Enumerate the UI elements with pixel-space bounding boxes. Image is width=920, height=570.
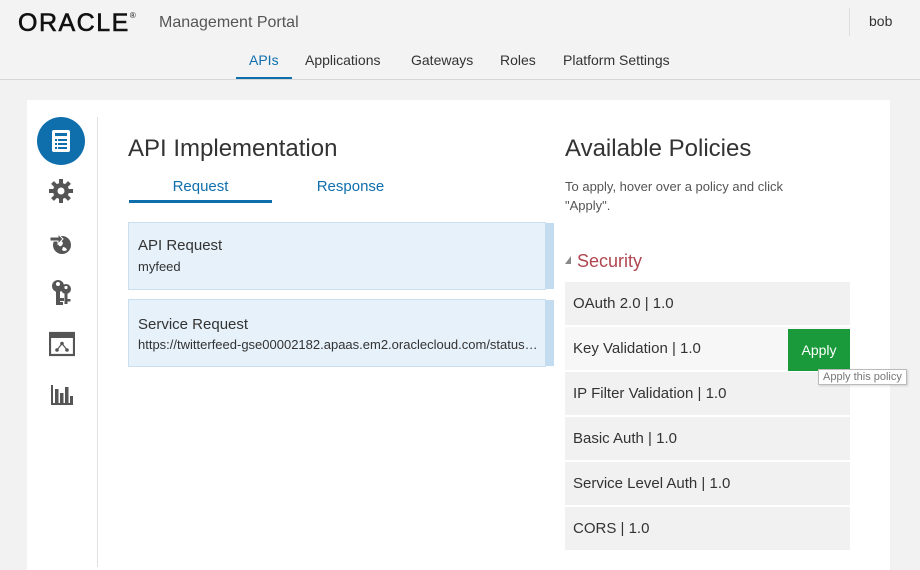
policy-item[interactable]: OAuth 2.0 | 1.0 xyxy=(565,282,850,325)
policy-item[interactable]: Key Validation | 1.0 Apply xyxy=(565,327,850,371)
implementation-title: API Implementation xyxy=(128,135,338,162)
api-request-title: API Request xyxy=(138,237,223,254)
policy-list: OAuth 2.0 | 1.0 Key Validation | 1.0 App… xyxy=(565,282,850,552)
service-request-card[interactable]: Service Request https://twitterfeed-gse0… xyxy=(128,299,554,367)
policy-item[interactable]: IP Filter Validation | 1.0 xyxy=(565,372,850,415)
policy-item[interactable]: Basic Auth | 1.0 xyxy=(565,417,850,460)
nav-item-platform-settings[interactable]: Platform Settings xyxy=(563,52,670,76)
security-section-toggle[interactable]: Security xyxy=(565,251,642,272)
sidebar-divider xyxy=(97,117,98,567)
api-request-value: myfeed xyxy=(138,259,181,274)
deploy-globe-icon[interactable] xyxy=(46,228,76,258)
portal-title: Management Portal xyxy=(159,14,299,31)
service-request-value: https://twitterfeed-gse00002182.apaas.em… xyxy=(138,337,543,352)
keys-icon[interactable] xyxy=(47,278,77,308)
service-request-title: Service Request xyxy=(138,316,249,333)
user-menu[interactable]: bob xyxy=(869,13,892,29)
policies-title: Available Policies xyxy=(565,135,752,162)
card-expand-arrow xyxy=(545,223,554,289)
policy-item[interactable]: CORS | 1.0 xyxy=(565,507,850,550)
policy-label: Basic Auth | 1.0 xyxy=(573,430,677,447)
api-implementation-icon[interactable] xyxy=(37,117,85,165)
collapse-triangle-icon xyxy=(565,256,571,265)
app-header: ORACLE® Management Portal bob APIs Appli… xyxy=(0,0,920,80)
nav-item-gateways[interactable]: Gateways xyxy=(411,52,473,76)
oracle-logo[interactable]: ORACLE® xyxy=(18,9,137,38)
tab-request[interactable]: Request xyxy=(129,178,272,203)
nav-item-roles[interactable]: Roles xyxy=(500,52,536,76)
nav-item-applications[interactable]: Applications xyxy=(305,52,381,76)
api-request-card[interactable]: API Request myfeed xyxy=(128,222,554,290)
policy-label: Service Level Auth | 1.0 xyxy=(573,475,731,492)
card-expand-arrow xyxy=(545,300,554,366)
settings-gear-icon[interactable] xyxy=(46,176,76,206)
security-section-label: Security xyxy=(577,251,643,271)
header-divider xyxy=(849,8,850,36)
policy-label: OAuth 2.0 | 1.0 xyxy=(573,295,674,312)
policy-label: Key Validation | 1.0 xyxy=(573,340,701,357)
policies-help-text: To apply, hover over a policy and click … xyxy=(565,179,783,213)
policy-item[interactable]: Service Level Auth | 1.0 xyxy=(565,462,850,505)
nav-item-apis[interactable]: APIs xyxy=(236,52,292,79)
policy-label: CORS | 1.0 xyxy=(573,520,650,537)
tab-response[interactable]: Response xyxy=(279,178,422,195)
publish-portal-icon[interactable] xyxy=(47,329,77,359)
analytics-chart-icon[interactable] xyxy=(47,380,77,410)
apply-tooltip: Apply this policy xyxy=(818,369,907,385)
main-nav: APIs Applications Gateways Roles Platfor… xyxy=(0,44,920,80)
apply-button[interactable]: Apply xyxy=(788,329,850,371)
policy-label: IP Filter Validation | 1.0 xyxy=(573,385,727,402)
